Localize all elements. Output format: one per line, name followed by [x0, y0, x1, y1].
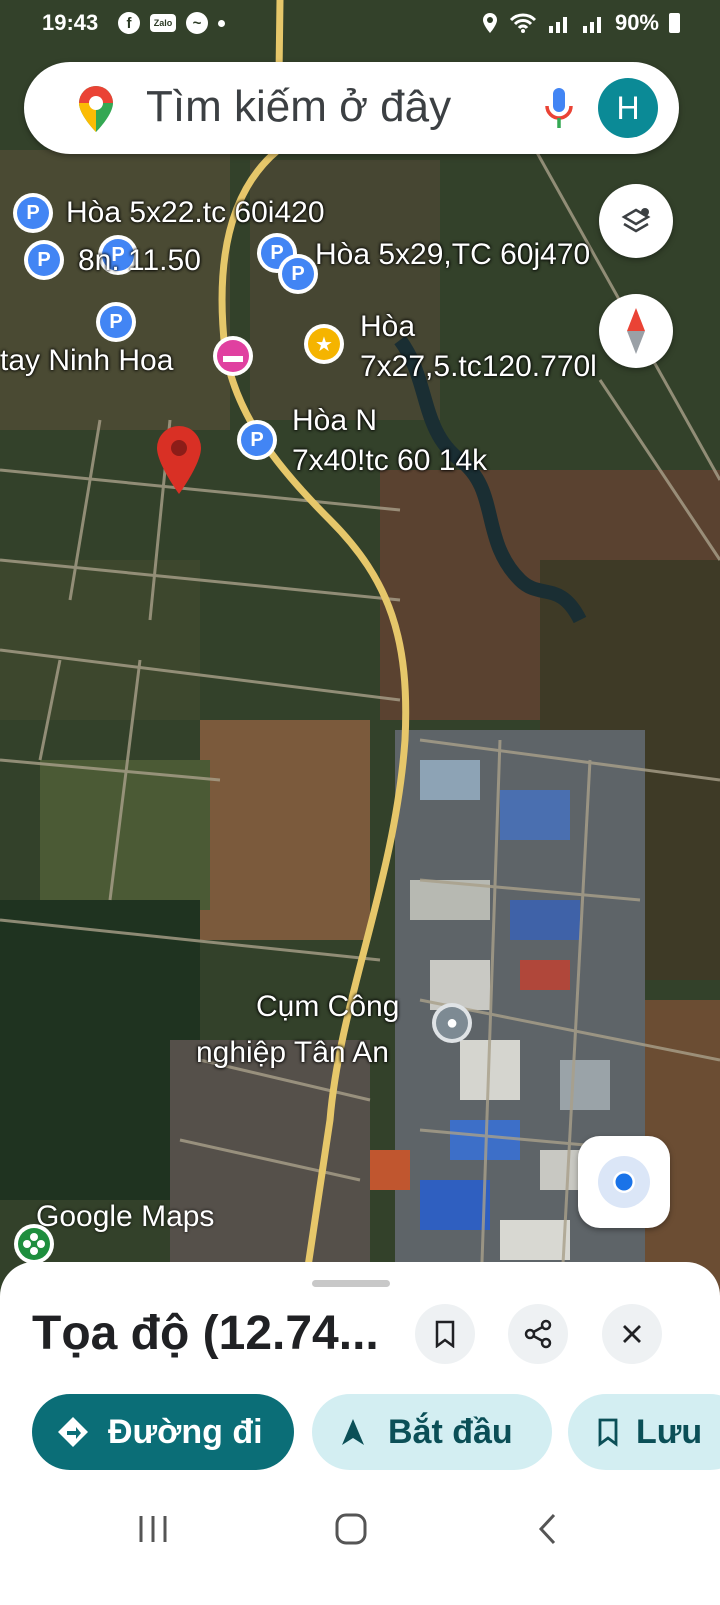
- close-icon: [623, 1325, 641, 1343]
- share-button[interactable]: [508, 1304, 568, 1364]
- messenger-icon: ~: [186, 12, 208, 34]
- map-label[interactable]: Hòa: [360, 310, 415, 344]
- map-label[interactable]: Hòa 5x29,TC 60j470: [315, 238, 590, 272]
- map-label[interactable]: Hòa 5x22.tc 60i420: [66, 196, 325, 230]
- my-location-dot-icon: [598, 1156, 650, 1208]
- save-button[interactable]: Lưu: [568, 1394, 720, 1470]
- battery-icon: [669, 13, 680, 33]
- place-title: Tọa độ (12.74...: [32, 1307, 379, 1360]
- parking-pin[interactable]: P: [24, 240, 64, 280]
- star-icon: ★: [308, 328, 340, 360]
- search-placeholder[interactable]: Tìm kiếm ở đây: [146, 82, 451, 132]
- microphone-icon[interactable]: [544, 86, 574, 130]
- starred-place-pin[interactable]: ★: [304, 324, 344, 364]
- start-button[interactable]: Bắt đầu: [312, 1394, 552, 1470]
- search-bar[interactable]: Tìm kiếm ở đây H: [24, 62, 679, 154]
- parking-icon: P: [241, 424, 273, 456]
- parking-pin[interactable]: P: [237, 420, 277, 460]
- bookmark-icon: [435, 1320, 455, 1348]
- zalo-icon: Zalo: [150, 14, 176, 32]
- navigation-arrow-icon: [342, 1419, 364, 1445]
- parking-icon: P: [28, 244, 60, 276]
- wifi-icon: [509, 13, 537, 33]
- battery-percent: 90%: [614, 10, 659, 35]
- parking-icon: P: [100, 306, 132, 338]
- map-label[interactable]: Hòa N: [292, 404, 377, 438]
- signal-icon-2: [582, 17, 601, 33]
- directions-icon: [58, 1417, 88, 1447]
- save-label: Lưu: [636, 1412, 703, 1451]
- map-label[interactable]: nghiệp Tân An: [196, 1036, 389, 1070]
- circle-icon: ●: [436, 1007, 468, 1039]
- flower-icon[interactable]: [12, 1222, 56, 1266]
- my-location-button[interactable]: [578, 1136, 670, 1228]
- place-sheet[interactable]: Tọa độ (12.74... Đường đi Bắt đầu Lưu: [0, 1262, 720, 1605]
- map-label[interactable]: tay Ninh Hoa: [0, 344, 173, 378]
- layers-button[interactable]: [599, 184, 673, 258]
- map-view[interactable]: 19:43 f Zalo ~ 90% Tìm kiếm ở đây H P P …: [0, 0, 720, 1320]
- status-bar: 19:43 f Zalo ~ 90%: [0, 0, 720, 48]
- parking-icon: P: [282, 258, 314, 290]
- hotel-icon: ▬: [217, 340, 249, 372]
- compass-button[interactable]: [599, 294, 673, 368]
- home-icon[interactable]: [334, 1512, 368, 1546]
- android-nav-bar: [0, 1470, 720, 1605]
- map-label[interactable]: 8n. 11.50: [78, 244, 201, 278]
- directions-label: Đường đi: [108, 1412, 263, 1451]
- layers-icon: [621, 208, 651, 233]
- map-label[interactable]: Cụm Công: [256, 990, 399, 1024]
- compass-icon: [627, 308, 645, 354]
- account-avatar[interactable]: H: [598, 78, 658, 138]
- close-button[interactable]: [602, 1304, 662, 1364]
- share-icon: [524, 1319, 552, 1349]
- status-time: 19:43: [42, 10, 99, 35]
- drag-handle[interactable]: [312, 1280, 390, 1287]
- bookmark-icon: [598, 1418, 618, 1447]
- google-maps-watermark: Google Maps: [36, 1200, 215, 1233]
- notification-dot-icon: [218, 19, 225, 27]
- parking-icon: P: [17, 197, 49, 229]
- parking-pin[interactable]: P: [278, 254, 318, 294]
- recent-apps-icon[interactable]: [136, 1514, 170, 1544]
- hotel-pin[interactable]: ▬: [213, 336, 253, 376]
- back-icon[interactable]: [536, 1512, 560, 1546]
- start-label: Bắt đầu: [388, 1412, 513, 1451]
- parking-pin[interactable]: P: [96, 302, 136, 342]
- facebook-icon: f: [118, 12, 140, 34]
- bookmark-button[interactable]: [415, 1304, 475, 1364]
- google-maps-pin-icon: [79, 86, 113, 132]
- signal-icon: [548, 17, 567, 33]
- map-label[interactable]: 7x27,5.tc120.770l: [360, 350, 597, 384]
- dropped-pin-icon[interactable]: [154, 424, 204, 496]
- directions-button[interactable]: Đường đi: [32, 1394, 294, 1470]
- location-icon: [482, 13, 497, 33]
- place-pin[interactable]: ●: [432, 1003, 472, 1043]
- map-label[interactable]: 7x40!tc 60 14k: [292, 444, 487, 478]
- parking-pin[interactable]: P: [13, 193, 53, 233]
